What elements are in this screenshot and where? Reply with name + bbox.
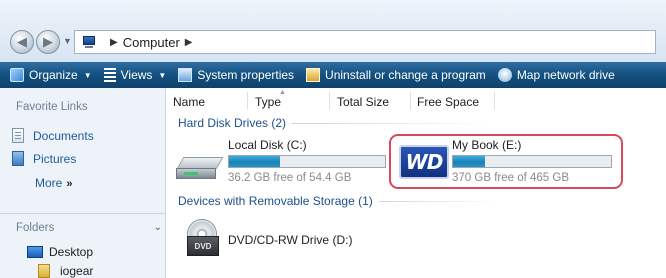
recent-pages-dropdown[interactable]: ▼ xyxy=(63,36,72,46)
column-divider[interactable] xyxy=(494,92,495,110)
folder-icon xyxy=(38,264,50,278)
desktop-icon xyxy=(27,246,43,258)
favorite-link-label: Documents xyxy=(33,128,94,143)
map-network-drive-icon xyxy=(497,68,512,82)
folder-tree-label: Desktop xyxy=(49,245,94,259)
favorite-link-pictures[interactable]: Pictures xyxy=(12,151,76,166)
pictures-icon xyxy=(12,151,24,166)
pane-divider xyxy=(0,213,166,214)
address-region: ◀ ▶ ▼ ▶ Computer ▶ xyxy=(0,0,666,62)
drive-usage-fill xyxy=(229,156,281,167)
drive-name: DVD/CD-RW Drive (D:) xyxy=(228,233,353,247)
file-list-pane: Name ▲ Type Total Size Free Space Hard D… xyxy=(167,88,666,278)
system-properties-icon xyxy=(178,68,193,82)
views-button[interactable]: Views ▼ xyxy=(103,68,167,82)
system-properties-label: System properties xyxy=(197,68,295,82)
chevron-down-icon: ▼ xyxy=(83,70,92,80)
chevron-down-icon: ▼ xyxy=(158,70,167,80)
folder-tree-label: iogear xyxy=(60,264,94,278)
uninstall-program-button[interactable]: Uninstall or change a program xyxy=(306,68,486,82)
column-divider[interactable] xyxy=(329,92,330,110)
uninstall-program-label: Uninstall or change a program xyxy=(325,68,486,82)
column-header-name[interactable]: Name xyxy=(173,95,205,109)
group-separator xyxy=(378,200,499,202)
double-chevron-icon: » xyxy=(66,178,73,190)
dvd-drive-icon: DVD xyxy=(187,219,219,257)
column-divider[interactable] xyxy=(410,92,411,110)
group-separator xyxy=(292,122,493,124)
map-network-drive-label: Map network drive xyxy=(516,68,615,82)
forward-arrow-icon: ▶ xyxy=(43,34,53,49)
back-arrow-icon: ◀ xyxy=(17,34,27,49)
column-header-type[interactable]: Type xyxy=(255,95,281,109)
organize-button[interactable]: Organize ▼ xyxy=(10,68,92,82)
command-toolbar: Organize ▼ Views ▼ System properties Uni… xyxy=(0,62,666,88)
drive-usage-fill xyxy=(453,156,485,167)
navigation-pane: Favorite Links Documents Pictures More» … xyxy=(0,88,166,278)
group-heading-label: Hard Disk Drives (2) xyxy=(178,116,287,130)
column-divider[interactable] xyxy=(247,92,248,110)
drive-usage-bar xyxy=(228,155,386,168)
uninstall-icon xyxy=(306,68,321,82)
folders-header[interactable]: Folders ⌄ xyxy=(16,222,162,234)
group-heading-label: Devices with Removable Storage (1) xyxy=(178,194,373,208)
system-properties-button[interactable]: System properties xyxy=(178,68,294,82)
chevron-down-icon[interactable]: ⌄ xyxy=(154,222,162,234)
column-header-free-space[interactable]: Free Space xyxy=(417,95,479,109)
hard-drive-icon xyxy=(176,155,224,183)
drive-free-space: 370 GB free of 465 GB xyxy=(452,172,569,184)
back-button[interactable]: ◀ xyxy=(10,30,34,54)
breadcrumb-computer[interactable]: Computer xyxy=(123,35,180,50)
favorite-links-heading: Favorite Links xyxy=(16,101,88,113)
map-network-drive-button[interactable]: Map network drive xyxy=(497,68,615,82)
documents-icon xyxy=(12,128,24,143)
drive-name: Local Disk (C:) xyxy=(228,138,307,152)
group-header-removable-storage[interactable]: Devices with Removable Storage (1) xyxy=(178,194,499,208)
computer-icon xyxy=(81,35,99,49)
wd-logo-icon: WD xyxy=(399,145,449,179)
breadcrumb-separator-icon[interactable]: ▶ xyxy=(110,37,118,48)
breadcrumb-separator-icon[interactable]: ▶ xyxy=(185,37,193,48)
favorite-link-documents[interactable]: Documents xyxy=(12,128,94,143)
views-icon xyxy=(103,68,116,82)
drive-free-space: 36.2 GB free of 54.4 GB xyxy=(228,172,352,184)
dvd-badge: DVD xyxy=(187,236,219,256)
address-bar[interactable]: ▶ Computer ▶ xyxy=(74,30,656,54)
folder-tree-item-iogear[interactable]: iogear xyxy=(38,264,93,278)
forward-button[interactable]: ▶ xyxy=(36,30,60,54)
folders-heading: Folders xyxy=(16,222,55,234)
group-header-hard-disk-drives[interactable]: Hard Disk Drives (2) xyxy=(178,116,493,130)
column-header-total-size[interactable]: Total Size xyxy=(337,95,389,109)
more-label: More xyxy=(35,176,63,190)
views-label: Views xyxy=(120,68,153,82)
organize-label: Organize xyxy=(29,68,78,82)
favorite-link-label: Pictures xyxy=(33,151,77,166)
folder-tree-item-desktop[interactable]: Desktop xyxy=(27,245,93,259)
drive-name: My Book (E:) xyxy=(452,138,522,152)
more-links-button[interactable]: More» xyxy=(35,176,72,190)
drive-usage-bar xyxy=(452,155,612,168)
organize-icon xyxy=(10,68,24,82)
